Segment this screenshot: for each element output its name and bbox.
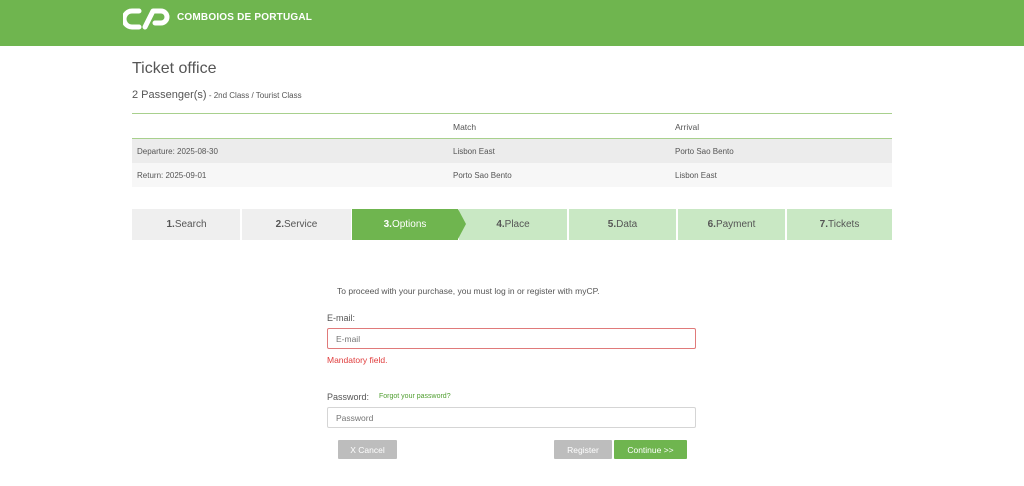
site-header: COMBOIOS DE PORTUGAL: [0, 0, 1024, 46]
passenger-count: 2 Passenger(s): [132, 89, 207, 101]
step-label: Place: [504, 219, 530, 230]
journey-table: Match Arrival Departure: 2025-08-30 Lisb…: [132, 113, 892, 187]
password-label: Password:: [327, 392, 370, 402]
class-info: - 2nd Class / Tourist Class: [206, 91, 302, 100]
departure-destination: Porto Sao Bento: [675, 147, 734, 156]
journey-header-arrival: Arrival: [675, 122, 700, 132]
step-place: 4. Place: [459, 209, 567, 240]
step-number: 3.: [383, 219, 392, 230]
departure-origin: Lisbon East: [453, 147, 495, 156]
step-label: Service: [283, 219, 318, 230]
step-data: 5. Data: [569, 209, 676, 240]
brand-name: COMBOIOS DE PORTUGAL: [177, 12, 313, 23]
step-number: 7.: [819, 219, 829, 230]
step-label: Payment: [715, 219, 756, 230]
step-number: 6.: [707, 219, 716, 230]
journey-header-match: Match: [453, 122, 477, 132]
booking-steps: 1. Search 2. Service 3. Options 4. Place 5. D…: [132, 209, 892, 240]
email-error-message: Mandatory field.: [327, 355, 388, 365]
table-row: Return: 2025-09-01 Porto Sao Bento Lisbo…: [132, 163, 892, 187]
step-search[interactable]: 1. Search: [132, 209, 242, 240]
cancel-button[interactable]: X Cancel: [338, 440, 397, 459]
step-tickets: 7. Tickets: [787, 209, 892, 240]
step-label: Search: [174, 219, 207, 230]
email-label: E-mail:: [327, 313, 356, 323]
step-service[interactable]: 2. Service: [242, 209, 351, 240]
passenger-summary: 2 Passenger(s) - 2nd Class / Tourist Cla…: [132, 89, 302, 101]
step-number: 1.: [166, 219, 175, 230]
page-title: Ticket office: [132, 60, 217, 77]
departure-date: Departure: 2025-08-30: [137, 147, 218, 156]
register-button[interactable]: Register: [554, 440, 612, 459]
step-label: Tickets: [828, 219, 860, 230]
cp-logo-icon[interactable]: [123, 7, 171, 31]
login-notice: To proceed with your purchase, you must …: [337, 286, 600, 296]
return-date: Return: 2025-09-01: [137, 171, 207, 180]
step-label: Options: [391, 219, 427, 230]
table-row: Departure: 2025-08-30 Lisbon East Porto …: [132, 139, 892, 163]
password-field[interactable]: [327, 407, 696, 428]
step-number: 5.: [607, 219, 617, 230]
step-number: 4.: [496, 219, 505, 230]
journey-header-row: Match Arrival: [132, 114, 892, 139]
forgot-password-link[interactable]: Forgot your password?: [379, 393, 451, 400]
step-label: Data: [616, 219, 638, 230]
step-number: 2.: [275, 219, 284, 230]
return-destination: Lisbon East: [675, 171, 717, 180]
continue-button[interactable]: Continue >>: [614, 440, 687, 459]
email-field[interactable]: [327, 328, 696, 349]
step-options: 3. Options: [352, 209, 466, 240]
return-origin: Porto Sao Bento: [453, 171, 512, 180]
step-payment: 6. Payment: [678, 209, 785, 240]
